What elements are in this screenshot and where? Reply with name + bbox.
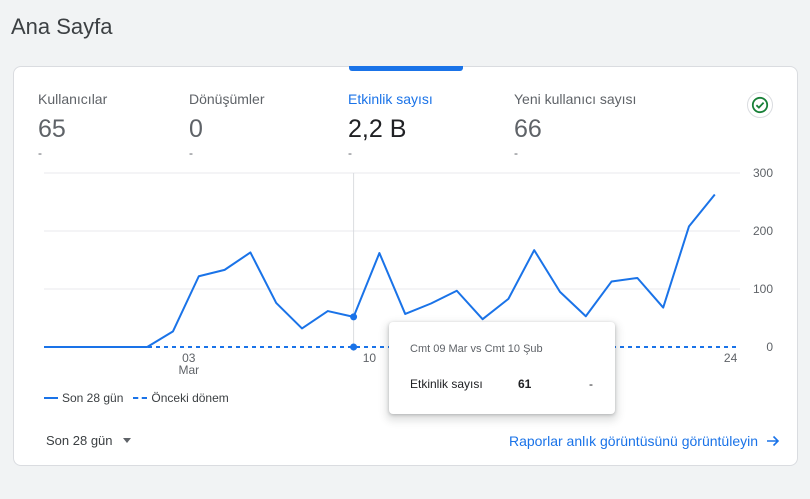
chart-tooltip: Cmt 09 Mar vs Cmt 10 Şub Etkinlik sayısı… [389,322,615,414]
event-count-chart: 010020030003Mar10 24 [44,166,773,377]
chart-legend: Son 28 gün Önceki dönem [44,391,239,405]
hover-point-previous [350,343,358,351]
x-tick-label: 10 [363,351,377,365]
y-tick-label: 300 [753,166,773,180]
solid-line-swatch [44,397,58,399]
y-tick-label: 100 [753,282,773,296]
date-range-label: Son 28 gün [46,433,113,448]
tooltip-value: 61 [518,377,532,391]
tooltip-previous-value: - [589,377,593,391]
tooltip-header: Cmt 09 Mar vs Cmt 10 Şub [410,343,543,355]
arrow-right-icon [767,435,780,447]
tooltip-metric-label: Etkinlik sayısı [410,377,483,391]
x-tick-label: 24 [724,351,738,365]
dashed-line-swatch [133,397,148,399]
hover-point-current [350,313,358,321]
report-link-label: Raporlar anlık görüntüsünü görüntüleyin [508,433,758,449]
y-tick-label: 0 [766,340,773,354]
caret-down-icon [122,438,131,443]
date-range-dropdown[interactable]: Son 28 gün [46,433,131,448]
legend-label: Son 28 gün [62,391,124,405]
legend-item-current: Son 28 gün [44,391,123,405]
view-reports-snapshot-link[interactable]: Raporlar anlık görüntüsünü görüntüleyin [509,433,780,449]
legend-item-previous: Önceki dönem [133,391,229,405]
y-tick-label: 200 [753,224,773,238]
legend-label: Önceki dönem [151,391,229,405]
x-tick-month-label: Mar [178,363,199,377]
